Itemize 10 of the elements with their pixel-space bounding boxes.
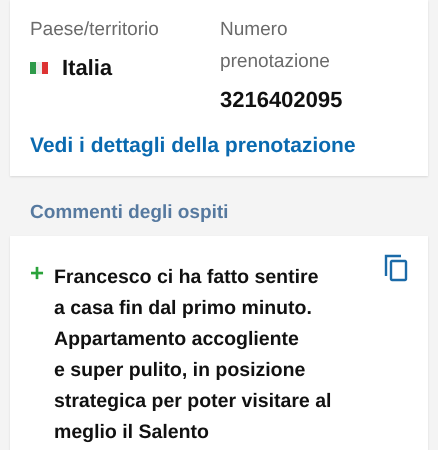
field-label: Paese/territorio — [30, 18, 160, 42]
plus-sign: + — [30, 260, 46, 288]
details-link[interactable]: Vedi i dettagli della prenotazione — [30, 134, 356, 158]
field-value: 3216402095 — [220, 86, 342, 114]
guest-comment: Francesco ci ha fatto sentire a casa fin dal primo minuto. Appartamento accogliente e super pulito, in posizione strategica per poter visitare al meglio il Salento — [54, 265, 332, 445]
copy-icon[interactable] — [384, 254, 408, 282]
section-title: Commenti degli ospiti — [30, 202, 230, 224]
field-label: Numero prenotazione — [220, 18, 331, 74]
field-value: Italia — [62, 54, 112, 82]
flag-icon — [30, 62, 48, 74]
